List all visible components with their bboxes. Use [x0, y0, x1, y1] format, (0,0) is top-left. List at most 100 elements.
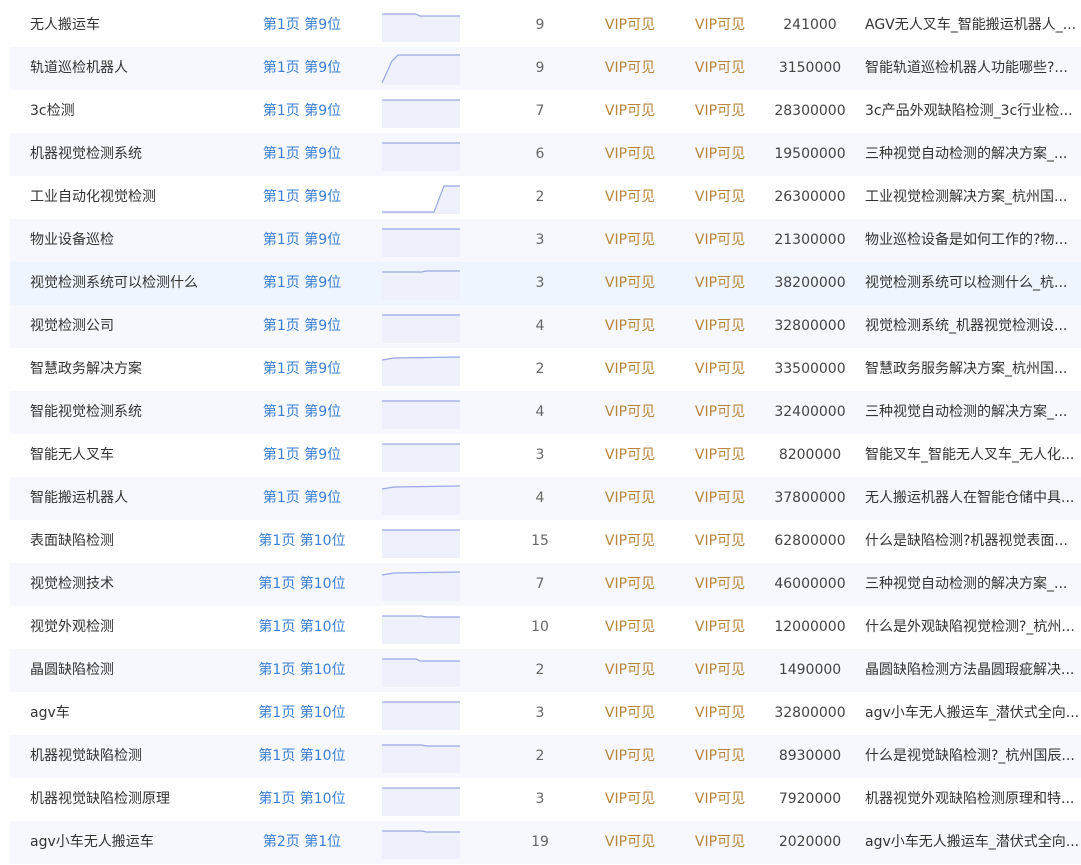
table-row[interactable]: 智能视觉检测系统 第1页 第9位 4 VIP可见 VIP可见 32400000 三种视觉自动…	[10, 391, 1081, 434]
table-row[interactable]: 轨道巡检机器人 第1页 第9位 9 VIP可见 VIP可见 3150000 智能轨道巡检机器…	[10, 47, 1081, 90]
table-row[interactable]: 无人搬运车 第1页 第9位 9 VIP可见 VIP可见 241000 AGV无人叉车_智能搬…	[10, 4, 1081, 47]
page-title-cell[interactable]: 什么是缺陷检测?机器视觉表面...	[865, 520, 1081, 563]
page-title-cell[interactable]: AGV无人叉车_智能搬运机器人_...	[865, 4, 1081, 47]
table-row[interactable]: 表面缺陷检测 第1页 第10位 15 VIP可见 VIP可见 62800000 什么是缺陷检…	[10, 520, 1081, 563]
page-title-cell[interactable]: 机器视觉外观缺陷检测原理和特...	[865, 778, 1081, 821]
vip-visible-link[interactable]: VIP可见	[680, 176, 760, 219]
vip-visible-link[interactable]: VIP可见	[680, 434, 760, 477]
vip-visible-link[interactable]: VIP可见	[680, 348, 760, 391]
page-title-cell[interactable]: 3c产品外观缺陷检测_3c行业检...	[865, 90, 1081, 133]
table-row[interactable]: 智能无人叉车 第1页 第9位 3 VIP可见 VIP可见 8200000 智能叉车_智能无人…	[10, 434, 1081, 477]
vip-visible-link[interactable]: VIP可见	[590, 434, 670, 477]
rank-link[interactable]: 第1页 第9位	[246, 47, 358, 90]
vip-visible-link[interactable]: VIP可见	[680, 133, 760, 176]
vip-visible-link[interactable]: VIP可见	[590, 176, 670, 219]
vip-visible-link[interactable]: VIP可见	[680, 47, 760, 90]
table-row[interactable]: 视觉检测技术 第1页 第10位 7 VIP可见 VIP可见 46000000 三种视觉自动检…	[10, 563, 1081, 606]
vip-visible-link[interactable]: VIP可见	[590, 606, 670, 649]
vip-visible-link[interactable]: VIP可见	[680, 563, 760, 606]
vip-visible-link[interactable]: VIP可见	[680, 4, 760, 47]
vip-visible-link[interactable]: VIP可见	[590, 520, 670, 563]
vip-visible-link[interactable]: VIP可见	[590, 563, 670, 606]
vip-visible-link[interactable]: VIP可见	[680, 778, 760, 821]
rank-link[interactable]: 第1页 第9位	[246, 133, 358, 176]
table-row[interactable]: 物业设备巡检 第1页 第9位 3 VIP可见 VIP可见 21300000 物业巡检设备是如…	[10, 219, 1081, 262]
vip-visible-link[interactable]: VIP可见	[680, 606, 760, 649]
page-title-cell[interactable]: 三种视觉自动检测的解决方案_...	[865, 133, 1081, 176]
vip-visible-link[interactable]: VIP可见	[590, 692, 670, 735]
vip-visible-link[interactable]: VIP可见	[590, 391, 670, 434]
rank-link[interactable]: 第1页 第10位	[246, 735, 358, 778]
page-title-cell[interactable]: 三种视觉自动检测的解决方案_...	[865, 563, 1081, 606]
vip-visible-link[interactable]: VIP可见	[680, 477, 760, 520]
vip-visible-link[interactable]: VIP可见	[590, 348, 670, 391]
vip-visible-link[interactable]: VIP可见	[680, 391, 760, 434]
page-title-cell[interactable]: 视觉检测系统_机器视觉检测设...	[865, 305, 1081, 348]
vip-visible-link[interactable]: VIP可见	[680, 520, 760, 563]
rank-link[interactable]: 第1页 第9位	[246, 305, 358, 348]
table-row[interactable]: 机器视觉缺陷检测原理 第1页 第10位 3 VIP可见 VIP可见 7920000 机器视觉…	[10, 778, 1081, 821]
rank-link[interactable]: 第1页 第9位	[246, 219, 358, 262]
rank-link[interactable]: 第1页 第9位	[246, 262, 358, 305]
page-title-cell[interactable]: 视觉检测系统可以检测什么_杭...	[865, 262, 1081, 305]
rank-link[interactable]: 第1页 第10位	[246, 778, 358, 821]
rank-link[interactable]: 第1页 第10位	[246, 563, 358, 606]
page-title-cell[interactable]: 物业巡检设备是如何工作的?物...	[865, 219, 1081, 262]
table-row[interactable]: 晶圆缺陷检测 第1页 第10位 2 VIP可见 VIP可见 1490000 晶圆缺陷检测方法…	[10, 649, 1081, 692]
table-row[interactable]: 工业自动化视觉检测 第1页 第9位 2 VIP可见 VIP可见 26300000 工业视觉检…	[10, 176, 1081, 219]
rank-link[interactable]: 第1页 第10位	[246, 649, 358, 692]
table-row[interactable]: 智能搬运机器人 第1页 第9位 4 VIP可见 VIP可见 37800000 无人搬运机器人…	[10, 477, 1081, 520]
page-title-cell[interactable]: agv小车无人搬运车_潜伏式全向...	[865, 821, 1081, 864]
vip-visible-link[interactable]: VIP可见	[590, 47, 670, 90]
vip-visible-link[interactable]: VIP可见	[680, 219, 760, 262]
page-title-cell[interactable]: 什么是视觉缺陷检测?_杭州国辰...	[865, 735, 1081, 778]
vip-visible-link[interactable]: VIP可见	[680, 90, 760, 133]
table-row[interactable]: 视觉检测公司 第1页 第9位 4 VIP可见 VIP可见 32800000 视觉检测系统_机…	[10, 305, 1081, 348]
page-title-cell[interactable]: 智能轨道巡检机器人功能哪些?...	[865, 47, 1081, 90]
vip-visible-link[interactable]: VIP可见	[590, 735, 670, 778]
vip-visible-link[interactable]: VIP可见	[680, 735, 760, 778]
rank-link[interactable]: 第1页 第9位	[246, 176, 358, 219]
page-title-cell[interactable]: 智能叉车_智能无人叉车_无人化...	[865, 434, 1081, 477]
rank-link[interactable]: 第1页 第9位	[246, 348, 358, 391]
table-row[interactable]: 视觉外观检测 第1页 第10位 10 VIP可见 VIP可见 12000000 什么是外观缺…	[10, 606, 1081, 649]
page-title-cell[interactable]: 三种视觉自动检测的解决方案_...	[865, 391, 1081, 434]
page-title-cell[interactable]: 智慧政务服务解决方案_杭州国...	[865, 348, 1081, 391]
table-row[interactable]: agv小车无人搬运车 第2页 第1位 19 VIP可见 VIP可见 2020000 agv小…	[10, 821, 1081, 864]
page-title-cell[interactable]: 无人搬运机器人在智能仓储中具...	[865, 477, 1081, 520]
table-row[interactable]: agv车 第1页 第10位 3 VIP可见 VIP可见 32800000 agv小车无人搬运…	[10, 692, 1081, 735]
rank-link[interactable]: 第2页 第1位	[246, 821, 358, 864]
vip-visible-link[interactable]: VIP可见	[590, 90, 670, 133]
vip-visible-link[interactable]: VIP可见	[590, 133, 670, 176]
vip-visible-link[interactable]: VIP可见	[590, 305, 670, 348]
vip-visible-link[interactable]: VIP可见	[590, 4, 670, 47]
rank-link[interactable]: 第1页 第9位	[246, 434, 358, 477]
vip-visible-link[interactable]: VIP可见	[590, 649, 670, 692]
vip-visible-link[interactable]: VIP可见	[590, 821, 670, 864]
page-title-cell[interactable]: agv小车无人搬运车_潜伏式全向...	[865, 692, 1081, 735]
rank-link[interactable]: 第1页 第10位	[246, 520, 358, 563]
rank-link[interactable]: 第1页 第9位	[246, 477, 358, 520]
vip-visible-link[interactable]: VIP可见	[680, 305, 760, 348]
rank-link[interactable]: 第1页 第9位	[246, 90, 358, 133]
rank-link[interactable]: 第1页 第9位	[246, 4, 358, 47]
vip-visible-link[interactable]: VIP可见	[590, 778, 670, 821]
vip-visible-link[interactable]: VIP可见	[590, 219, 670, 262]
page-title-cell[interactable]: 工业视觉检测解决方案_杭州国...	[865, 176, 1081, 219]
table-row[interactable]: 机器视觉检测系统 第1页 第9位 6 VIP可见 VIP可见 19500000 三种视觉自动…	[10, 133, 1081, 176]
vip-visible-link[interactable]: VIP可见	[680, 649, 760, 692]
rank-link[interactable]: 第1页 第10位	[246, 606, 358, 649]
vip-visible-link[interactable]: VIP可见	[680, 692, 760, 735]
vip-visible-link[interactable]: VIP可见	[680, 262, 760, 305]
rank-link[interactable]: 第1页 第10位	[246, 692, 358, 735]
table-row[interactable]: 智慧政务解决方案 第1页 第9位 2 VIP可见 VIP可见 33500000 智慧政务服务…	[10, 348, 1081, 391]
page-title-cell[interactable]: 什么是外观缺陷视觉检测?_杭州...	[865, 606, 1081, 649]
table-row[interactable]: 3c检测 第1页 第9位 7 VIP可见 VIP可见 28300000 3c产品外观缺陷检测…	[10, 90, 1081, 133]
vip-visible-link[interactable]: VIP可见	[590, 262, 670, 305]
page-title-cell[interactable]: 晶圆缺陷检测方法晶圆瑕疵解决...	[865, 649, 1081, 692]
rank-link[interactable]: 第1页 第9位	[246, 391, 358, 434]
table-row[interactable]: 机器视觉缺陷检测 第1页 第10位 2 VIP可见 VIP可见 8930000 什么是视觉缺…	[10, 735, 1081, 778]
table-row[interactable]: 视觉检测系统可以检测什么 第1页 第9位 3 VIP可见 VIP可见 38200000 视觉…	[10, 262, 1081, 305]
vip-visible-link[interactable]: VIP可见	[590, 477, 670, 520]
vip-visible-link[interactable]: VIP可见	[680, 821, 760, 864]
